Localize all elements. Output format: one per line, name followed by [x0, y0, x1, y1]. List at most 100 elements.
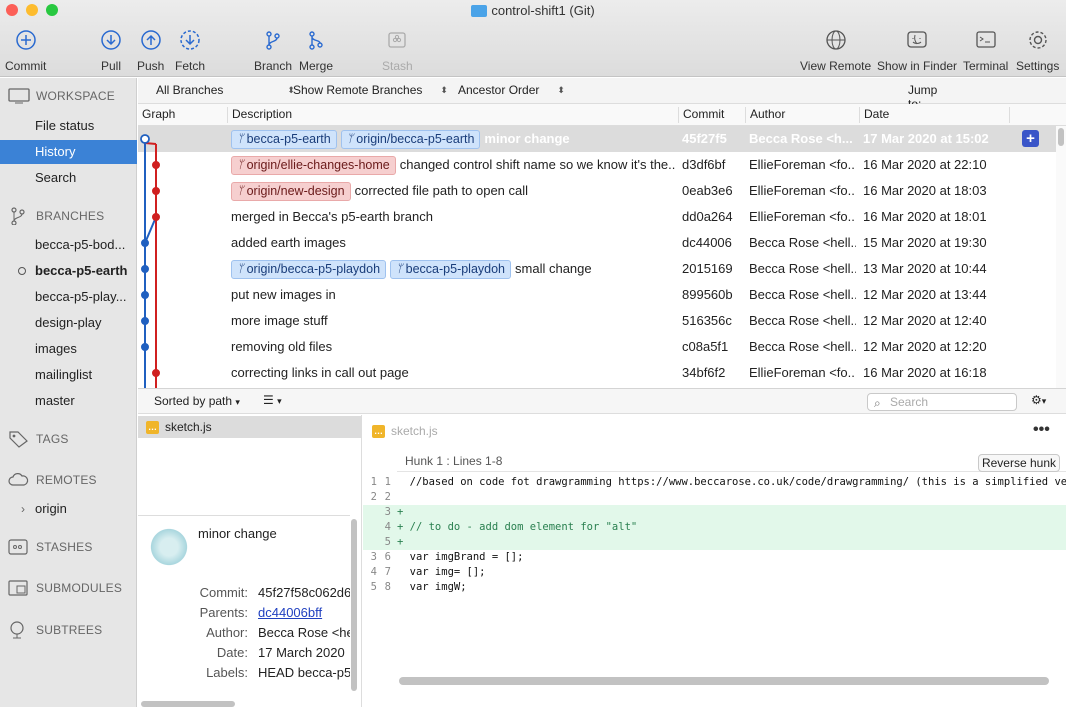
commit-row[interactable]: added earth images dc44006 Becca Rose <hel… — [138, 230, 1056, 256]
col-description[interactable]: Description — [227, 107, 292, 123]
commit-row[interactable]: put new images in 899560b Becca Rose <hell… — [138, 282, 1056, 308]
commit-node[interactable] — [152, 369, 160, 377]
commit-row[interactable]: ᛘ origin/new-design corrected file path to… — [138, 178, 1056, 204]
new-line-number: 4 — [384, 521, 391, 533]
chevron-right-icon: › — [21, 502, 25, 516]
merge-button[interactable]: Merge — [299, 28, 333, 73]
sidebar-item-file-status[interactable]: File status — [0, 114, 137, 138]
submodules-section[interactable]: SUBMODULES — [8, 580, 122, 596]
file-modified-icon: … — [372, 424, 385, 438]
sidebar-branch[interactable]: master — [0, 389, 137, 413]
show-in-finder-button[interactable]: Show in Finder — [877, 28, 957, 73]
finder-icon — [905, 28, 929, 52]
order-select[interactable]: Ancestor Order ⬍ — [458, 83, 565, 97]
file-pane-hscrollbar[interactable] — [141, 701, 235, 707]
scroll-thumb[interactable] — [1058, 128, 1064, 146]
terminal-button[interactable]: Terminal — [963, 28, 1008, 73]
sidebar: WORKSPACE File status History Search BRA… — [0, 78, 137, 707]
commit-button[interactable]: Commit — [5, 28, 46, 73]
sidebar-branch[interactable]: mailinglist — [0, 363, 137, 387]
file-list-pane: … sketch.js minor change Commit: 45f27f5… — [138, 415, 362, 707]
diff-line: 11 //based on code fot drawgramming http… — [363, 475, 1066, 490]
labels-label: Labels: — [206, 665, 248, 680]
commit-node[interactable] — [152, 161, 160, 169]
branch-label-text: origin/new-design — [246, 183, 345, 198]
add-icon[interactable]: + — [1022, 130, 1039, 147]
col-date[interactable]: Date — [859, 107, 889, 123]
diff-line-added: 5 + — [363, 535, 1066, 550]
tags-section[interactable]: TAGS — [8, 430, 69, 448]
commit-row[interactable]: more image stuff 516356c Becca Rose <hell.… — [138, 308, 1056, 334]
col-author[interactable]: Author — [745, 107, 785, 123]
commit-row[interactable]: ᛘ becca-p5-earth ᛘ origin/becca-p5-earth min… — [138, 126, 1056, 152]
branch-button[interactable]: Branch — [254, 28, 292, 73]
more-options-icon[interactable]: ••• — [1033, 421, 1050, 439]
push-button[interactable]: Push — [137, 28, 164, 73]
commit-node[interactable] — [141, 343, 149, 351]
commit-author: Becca Rose <hell... — [749, 339, 856, 354]
commit-hash: 45f27f5 — [682, 131, 727, 146]
reverse-hunk-button[interactable]: Reverse hunk — [978, 454, 1060, 472]
remote-branches-select[interactable]: Show Remote Branches ⬍ — [293, 83, 448, 97]
commit-row[interactable]: ᛘ origin/ellie-changes-home changed contro… — [138, 152, 1056, 178]
pull-button[interactable]: Pull — [99, 28, 123, 73]
line-text: //based on code fot drawgramming https:/… — [397, 476, 1066, 488]
commit-hash: 516356c — [682, 313, 732, 328]
commit-node[interactable] — [152, 187, 160, 195]
sidebar-branch[interactable]: becca-p5-bod... — [0, 233, 137, 257]
sidebar-item-history[interactable]: History — [0, 140, 137, 164]
fetch-button[interactable]: Fetch — [175, 28, 205, 73]
line-text: + — [397, 506, 404, 518]
commit-description: ᛘ origin/becca-p5-playdoh ᛘ becca-p5-playdo… — [231, 256, 676, 282]
settings-button[interactable]: Settings — [1016, 28, 1059, 73]
branch-label: ᛘ origin/new-design — [231, 181, 351, 201]
branch-label: ᛘ origin/becca-p5-earth — [340, 129, 481, 149]
sidebar-branch[interactable]: images — [0, 337, 137, 361]
commit-row[interactable]: merged in Becca's p5-earth branch dd0a264… — [138, 204, 1056, 230]
col-commit[interactable]: Commit — [678, 107, 724, 123]
sidebar-remote-origin[interactable]: › origin — [0, 497, 137, 521]
branch-filter-select[interactable]: All Branches ⬍ — [156, 83, 295, 97]
diff-hscrollbar[interactable] — [399, 677, 1049, 685]
settings-menu-button[interactable]: ⚙▾ — [1031, 393, 1046, 407]
commit-row[interactable]: ᛘ origin/becca-p5-playdoh ᛘ becca-p5-playdo… — [138, 256, 1056, 282]
sidebar-branch[interactable]: design-play — [0, 311, 137, 335]
commit-row[interactable]: correcting links in call out page 34bf6f2… — [138, 360, 1056, 386]
commit-date: 12 Mar 2020 at 13:44 — [863, 287, 987, 302]
commit-node[interactable] — [141, 239, 149, 247]
details-scrollbar[interactable] — [351, 519, 357, 691]
diff-line: 47 var img= []; — [363, 565, 1066, 580]
commit-description: correcting links in call out page — [231, 360, 676, 386]
view-remote-button[interactable]: View Remote — [800, 28, 871, 73]
subtrees-section[interactable]: SUBTREES — [8, 621, 102, 639]
branches-section[interactable]: BRANCHES — [8, 207, 104, 225]
branch-label-text: becca-p5-playdoh — [405, 261, 506, 276]
commit-node[interactable] — [141, 291, 149, 299]
parent-link[interactable]: dc44006bff — [258, 605, 350, 620]
sort-select[interactable]: Sorted by path ▾ — [154, 394, 240, 408]
branch-icon — [11, 207, 25, 225]
view-mode-select[interactable]: ☰ ▾ — [263, 393, 282, 407]
file-item[interactable]: … sketch.js — [138, 416, 362, 438]
commit-node[interactable] — [152, 213, 160, 221]
commit-message: minor change — [484, 131, 570, 146]
commit-message: put new images in — [231, 287, 336, 302]
plus-circle-icon — [14, 28, 38, 52]
commit-node[interactable] — [141, 265, 149, 273]
branch-icon: ᛘ — [237, 132, 244, 145]
commit-node[interactable] — [140, 134, 150, 144]
stashes-section[interactable]: STASHES — [8, 539, 93, 555]
sidebar-branch[interactable]: becca-p5-play... — [0, 285, 137, 309]
commit-list-scrollbar[interactable] — [1056, 126, 1066, 388]
search-input[interactable]: ⌕ Search — [867, 393, 1017, 411]
commit-author: EllieForeman <fo... — [749, 183, 856, 198]
commit-node[interactable] — [141, 317, 149, 325]
col-extra[interactable] — [1009, 107, 1014, 123]
commit-row[interactable]: removing old files c08a5f1 Becca Rose <hel… — [138, 334, 1056, 360]
sidebar-branch-current[interactable]: becca-p5-earth — [0, 259, 137, 283]
sidebar-item-search[interactable]: Search — [0, 166, 137, 190]
col-graph[interactable]: Graph — [138, 107, 175, 123]
stash-button[interactable]: Stash — [382, 28, 413, 73]
remotes-section[interactable]: REMOTES — [8, 472, 97, 488]
commit-author: Becca Rose <hell... — [749, 287, 856, 302]
